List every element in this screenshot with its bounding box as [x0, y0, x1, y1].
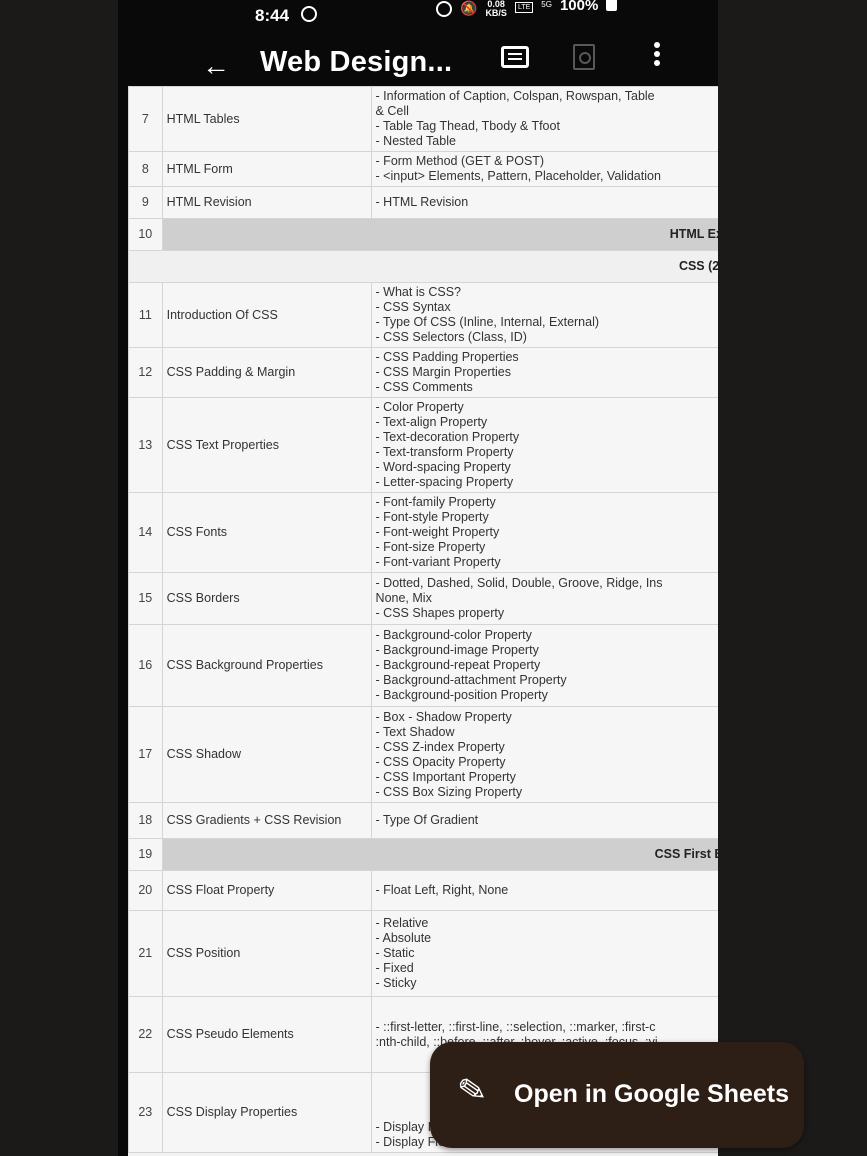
detail-cell[interactable]: - CSS Padding Properties - CSS Margin Pr… [370, 347, 718, 398]
syllabus-table: 7 HTML Tables - Information of Caption, Co… [128, 86, 718, 1153]
comment-icon[interactable] [501, 46, 529, 68]
status-time: 8:44 [255, 6, 290, 25]
exam-row: 10HTML Exam (To [128, 218, 718, 251]
table-row: 12 CSS Padding & Margin - CSS Padding Prop… [128, 347, 718, 398]
detail-cell[interactable]: - Form Method (GET & POST) - <input> Ele… [370, 151, 718, 187]
table-row: 20 CSS Float Property - Float Left, Right,… [128, 870, 718, 911]
detail-cell[interactable]: - Type Of Gradient [370, 802, 718, 839]
topic-cell[interactable]: HTML Revision [161, 186, 372, 219]
back-arrow-icon[interactable]: ← [202, 52, 230, 80]
table-row: 21 CSS Position - Relative - Absolute - St… [128, 910, 718, 997]
topic-cell[interactable]: CSS Display Properties [161, 1072, 372, 1153]
row-number-cell[interactable]: 22 [128, 996, 163, 1073]
row-number-cell[interactable]: 15 [128, 572, 163, 625]
topic-cell[interactable]: CSS Float Property [161, 870, 372, 911]
detail-cell[interactable]: - Float Left, Right, None [370, 870, 718, 911]
table-row: 13 CSS Text Properties - Color Property - … [128, 397, 718, 493]
whatsapp-icon [301, 6, 317, 22]
detail-cell[interactable]: - HTML Revision [370, 186, 718, 219]
signal-icon: 5G [541, 0, 552, 9]
mute-icon: 🔕 [460, 0, 478, 16]
alarm-icon [436, 1, 452, 17]
table-row: 8 HTML Form - Form Method (GET & POST) - <… [128, 151, 718, 187]
table-row: 18 CSS Gradients + CSS Revision - Type Of … [128, 802, 718, 839]
detail-cell[interactable]: - What is CSS? - CSS Syntax - Type Of CS… [370, 282, 718, 348]
more-options-icon[interactable] [654, 42, 660, 69]
open-in-sheets-label: Open in Google Sheets [514, 1080, 790, 1108]
detail-cell[interactable]: - Color Property - Text-align Property -… [370, 397, 718, 493]
spreadsheet-view[interactable]: 7 HTML Tables - Information of Caption, Co… [128, 86, 718, 1156]
open-in-sheets-button[interactable]: ✎ Open in Google Sheets [430, 1042, 804, 1148]
section-row: CSS (25 Lectu [128, 250, 718, 283]
row-number-cell[interactable]: 20 [128, 870, 163, 911]
topic-cell[interactable]: CSS Fonts [161, 492, 372, 573]
status-icons: 🔕 0.08 KB/S LTE 5G 100% [436, 0, 618, 18]
lte-badge: LTE [514, 2, 534, 13]
detail-cell[interactable]: - Box - Shadow Property - Text Shadow - … [370, 706, 718, 803]
topic-cell[interactable]: CSS Position [161, 910, 372, 997]
battery-text: 100% [559, 0, 599, 14]
row-number-cell[interactable]: 12 [128, 347, 163, 398]
table-row: 11 Introduction Of CSS - What is CSS? - CS… [128, 282, 718, 348]
topic-cell[interactable]: CSS Background Properties [161, 624, 372, 707]
table-row: 15 CSS Borders - Dotted, Dashed, Solid, Do… [128, 572, 718, 625]
table-row: 17 CSS Shadow - Box - Shadow Property - Te… [128, 706, 718, 803]
detail-cell[interactable]: - Dotted, Dashed, Solid, Double, Groove,… [370, 572, 718, 625]
row-number-cell[interactable]: 8 [128, 151, 163, 187]
topic-cell[interactable]: CSS Gradients + CSS Revision [161, 802, 372, 839]
detail-cell[interactable]: - Background-color Property - Background… [370, 624, 718, 707]
topic-cell[interactable]: CSS Padding & Margin [161, 347, 372, 398]
row-number-cell[interactable]: 10 [128, 218, 163, 251]
row-number-cell[interactable]: 23 [128, 1072, 163, 1153]
topic-cell[interactable]: CSS Shadow [161, 706, 372, 803]
table-row: 9 HTML Revision - HTML Revision [128, 186, 718, 219]
detail-cell[interactable]: - Information of Caption, Colspan, Rowsp… [370, 86, 718, 152]
topic-cell[interactable]: HTML Tables [161, 86, 372, 152]
row-number-cell[interactable]: 16 [128, 624, 163, 707]
status-bar: 8:44 🔕 0.08 KB/S LTE 5G 100% [118, 0, 718, 34]
topic-cell[interactable]: Introduction Of CSS [161, 282, 372, 348]
table-row: 16 CSS Background Properties - Background-… [128, 624, 718, 707]
topic-cell[interactable]: CSS Text Properties [161, 397, 372, 493]
row-number-cell[interactable]: 11 [128, 282, 163, 348]
exam-row: 19CSS First Exam (T [128, 838, 718, 871]
topic-cell[interactable]: HTML Form [161, 151, 372, 187]
detail-cell[interactable]: - Font-family Property - Font-style Prop… [370, 492, 718, 573]
document-title: Web Design... [260, 46, 453, 78]
row-number-cell[interactable]: 7 [128, 86, 163, 152]
section-label-cell[interactable]: CSS (25 Lectu [128, 250, 718, 283]
table-row: 7 HTML Tables - Information of Caption, Co… [128, 86, 718, 152]
net-speed-unit: KB/S [485, 8, 507, 18]
row-number-cell[interactable]: 17 [128, 706, 163, 803]
find-in-sheet-icon[interactable] [573, 44, 595, 70]
row-number-cell[interactable]: 13 [128, 397, 163, 493]
pencil-icon: ✎ [454, 1069, 490, 1113]
net-speed: 0.08 KB/S [485, 0, 507, 18]
phone-screen: 8:44 🔕 0.08 KB/S LTE 5G 100% ← Web Design… [118, 0, 804, 1156]
exam-label-cell[interactable]: HTML Exam (To [161, 218, 718, 251]
row-number-cell[interactable]: 14 [128, 492, 163, 573]
row-number-cell[interactable]: 21 [128, 910, 163, 997]
app-bar: ← Web Design... [118, 36, 718, 92]
row-number-cell[interactable]: 19 [128, 838, 163, 871]
topic-cell[interactable]: CSS Pseudo Elements [161, 996, 372, 1073]
row-number-cell[interactable]: 18 [128, 802, 163, 839]
table-row: 14 CSS Fonts - Font-family Property - Font… [128, 492, 718, 573]
detail-cell[interactable]: - Relative - Absolute - Static - Fixed -… [370, 910, 718, 997]
row-number-cell[interactable]: 9 [128, 186, 163, 219]
exam-label-cell[interactable]: CSS First Exam (T [161, 838, 718, 871]
topic-cell[interactable]: CSS Borders [161, 572, 372, 625]
battery-icon [606, 0, 618, 11]
